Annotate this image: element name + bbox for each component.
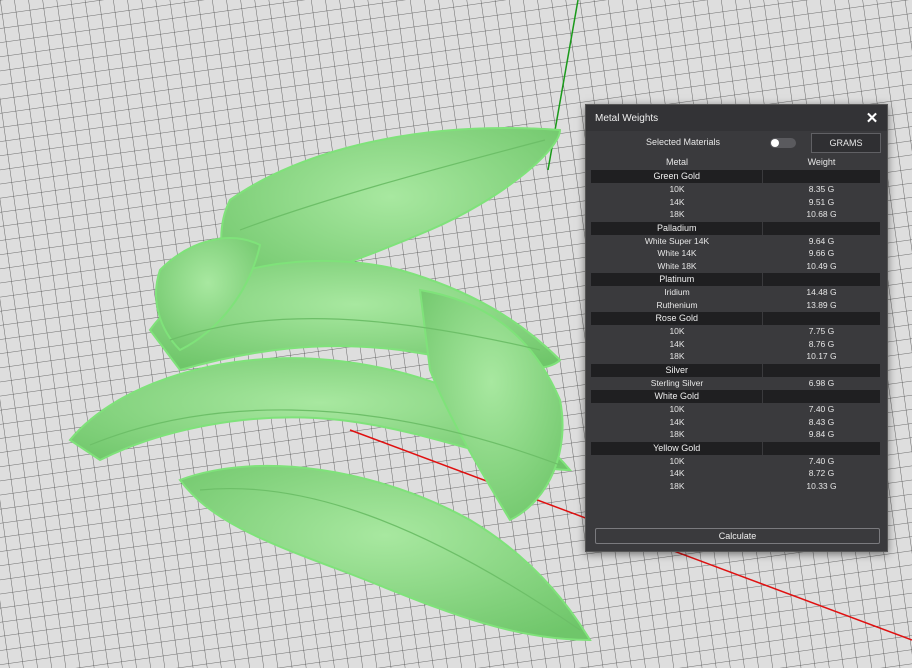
metal-weight: 9.51 G bbox=[808, 196, 835, 207]
metal-weight: 13.89 G bbox=[806, 299, 837, 310]
metal-weight: 6.98 G bbox=[808, 377, 835, 388]
metal-name: Iridium bbox=[664, 287, 690, 297]
table-row: White 14K 9.66 G bbox=[591, 247, 880, 260]
metal-name: 14K bbox=[669, 468, 685, 478]
table-row: 18K 9.84 G bbox=[591, 428, 880, 441]
group-weight-cell bbox=[762, 312, 880, 325]
group-weight-cell bbox=[762, 273, 880, 286]
metal-weight: 7.40 G bbox=[808, 455, 835, 466]
metal-name: Sterling Silver bbox=[650, 377, 704, 388]
calculate-button[interactable]: Calculate bbox=[595, 528, 880, 544]
group-name: Rose Gold bbox=[655, 313, 698, 323]
table-row: 18K 10.68 G bbox=[591, 208, 880, 221]
group-name: Green Gold bbox=[653, 171, 700, 181]
metal-weight: 9.66 G bbox=[808, 248, 835, 258]
table-row: 14K 8.43 G bbox=[591, 416, 880, 429]
panel-controls: Selected Materials GRAMS bbox=[586, 133, 887, 155]
units-button[interactable]: GRAMS bbox=[811, 133, 881, 153]
close-icon[interactable]: ✕ bbox=[865, 111, 879, 126]
table-row: White 18K 10.49 G bbox=[591, 260, 880, 273]
group-name: Platinum bbox=[659, 274, 695, 284]
metal-name: 14K bbox=[669, 338, 685, 349]
column-weight: Weight bbox=[807, 157, 836, 167]
metal-weight: 9.84 G bbox=[808, 429, 835, 439]
table-row: 14K 8.76 G bbox=[591, 338, 880, 351]
column-metal: Metal bbox=[665, 157, 688, 167]
metal-weight: 14.48 G bbox=[806, 287, 837, 297]
metal-weight: 10.49 G bbox=[806, 260, 837, 271]
group-weight-cell bbox=[762, 363, 880, 377]
table-row: Sterling Silver 6.98 G bbox=[591, 377, 880, 390]
metal-name: 10K bbox=[669, 184, 685, 194]
table-row: White Super 14K 9.64 G bbox=[591, 235, 880, 248]
group-name: Silver bbox=[665, 364, 688, 375]
metal-name: 18K bbox=[669, 480, 685, 491]
group-weight-cell bbox=[762, 221, 880, 235]
group-name: White Gold bbox=[654, 391, 699, 401]
panel-titlebar: Metal Weights ✕ bbox=[586, 105, 887, 131]
metal-name: 10K bbox=[669, 326, 685, 336]
metal-name: White Super 14K bbox=[644, 235, 710, 246]
table-row: Ruthenium 13.89 G bbox=[591, 299, 880, 312]
group-weight-cell bbox=[762, 441, 880, 455]
table-row: 10K 7.40 G bbox=[591, 403, 880, 416]
metal-weight: 8.76 G bbox=[808, 338, 835, 349]
group-weight-cell bbox=[762, 390, 880, 403]
group-header: Silver bbox=[591, 363, 880, 377]
table-row: 10K 7.40 G bbox=[591, 455, 880, 468]
group-header: White Gold bbox=[591, 390, 880, 403]
metal-weight: 7.40 G bbox=[808, 404, 835, 414]
metal-weight: 10.68 G bbox=[806, 209, 837, 219]
group-header: Platinum bbox=[591, 273, 880, 286]
table-row: 14K 8.72 G bbox=[591, 467, 880, 480]
selected-materials-toggle[interactable] bbox=[770, 138, 796, 148]
group-weight-cell bbox=[762, 170, 880, 183]
metal-name: Ruthenium bbox=[656, 299, 698, 310]
metal-weight: 8.43 G bbox=[808, 416, 835, 427]
group-header: Rose Gold bbox=[591, 312, 880, 325]
table-row: 18K 10.33 G bbox=[591, 480, 880, 493]
group-header: Green Gold bbox=[591, 170, 880, 183]
metal-weight: 8.35 G bbox=[808, 184, 835, 194]
group-header: Yellow Gold bbox=[591, 441, 880, 455]
metal-name: 18K bbox=[669, 209, 685, 219]
group-header: Palladium bbox=[591, 221, 880, 235]
metal-name: 14K bbox=[669, 196, 685, 207]
metal-name: 18K bbox=[669, 429, 685, 439]
table-header: Metal Weight bbox=[591, 157, 880, 169]
metal-weight: 8.72 G bbox=[808, 468, 835, 478]
metal-weight: 10.33 G bbox=[806, 480, 837, 491]
table-row: Iridium 14.48 G bbox=[591, 286, 880, 299]
metal-name: 14K bbox=[669, 416, 685, 427]
metal-name: 10K bbox=[669, 455, 685, 466]
toggle-knob bbox=[771, 139, 779, 147]
metal-weight: 7.75 G bbox=[808, 326, 835, 336]
selected-materials-label: Selected Materials bbox=[646, 137, 721, 147]
table-row: 10K 8.35 G bbox=[591, 183, 880, 196]
panel-title: Metal Weights bbox=[595, 112, 659, 124]
table-row: 18K 10.17 G bbox=[591, 350, 880, 363]
metal-name: 18K bbox=[669, 351, 685, 361]
group-name: Yellow Gold bbox=[653, 442, 701, 453]
metal-weight: 9.64 G bbox=[808, 235, 835, 246]
table-row: 10K 7.75 G bbox=[591, 325, 880, 338]
metal-name: White 18K bbox=[657, 260, 697, 271]
metal-weights-panel: Metal Weights ✕ Selected Materials GRAMS… bbox=[585, 104, 888, 552]
metal-name: 10K bbox=[669, 404, 685, 414]
metal-weight: 10.17 G bbox=[806, 351, 837, 361]
group-name: Palladium bbox=[656, 222, 697, 233]
metal-name: White 14K bbox=[657, 248, 697, 258]
table-row: 14K 9.51 G bbox=[591, 196, 880, 209]
weights-table: Green Gold 10K 8.35 G 14K 9.51 G 18K 10.68 G Pa… bbox=[591, 169, 880, 492]
